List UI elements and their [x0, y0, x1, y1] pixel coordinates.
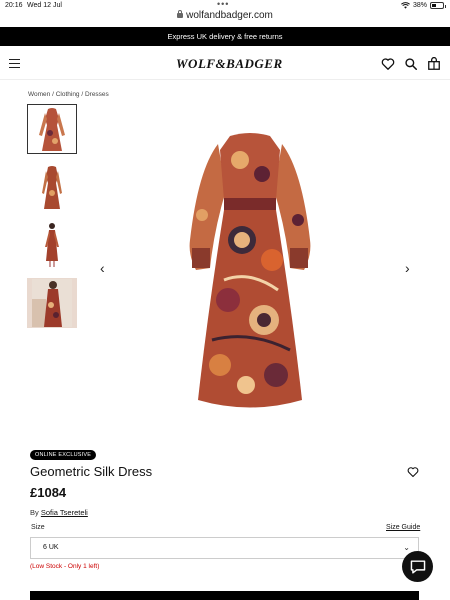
- thumbnail-3[interactable]: [27, 220, 77, 270]
- search-icon[interactable]: [404, 57, 418, 71]
- online-exclusive-badge: ONLINE EXCLUSIVE: [30, 450, 97, 460]
- thumbnail-2[interactable]: [27, 162, 77, 212]
- status-date: Wed 12 Jul: [27, 2, 62, 9]
- thumbnail-gallery: [27, 104, 79, 336]
- breadcrumb[interactable]: Women / Clothing / Dresses: [28, 91, 109, 98]
- add-to-wishlist-heart-icon[interactable]: [407, 465, 419, 478]
- site-logo[interactable]: WOLF&BADGER: [176, 56, 283, 72]
- size-guide-link[interactable]: Size Guide: [386, 524, 420, 531]
- chat-button[interactable]: [402, 551, 433, 582]
- main-product-image[interactable]: [180, 130, 320, 415]
- promo-text: Express UK delivery & free returns: [167, 32, 283, 41]
- low-stock-notice: (Low Stock - Only 1 left): [30, 563, 100, 570]
- status-time: 20:16: [5, 2, 23, 9]
- size-select-value: 6 UK: [43, 544, 59, 551]
- lifestyle-thumbnail-image: [32, 279, 72, 327]
- designer-line: By Sofia Tsereteli: [30, 508, 88, 517]
- url-text: wolfandbadger.com: [186, 10, 273, 21]
- size-select[interactable]: 6 UK ⌄: [30, 537, 419, 559]
- add-to-bag-button[interactable]: [30, 591, 419, 600]
- shopping-bag-icon[interactable]: [427, 56, 441, 71]
- next-image-arrow-icon[interactable]: ›: [405, 261, 415, 275]
- battery-percent: 38%: [412, 2, 427, 9]
- designer-link[interactable]: Sofia Tsereteli: [41, 508, 88, 517]
- dress-thumbnail-image: [39, 108, 65, 151]
- thumbnail-1[interactable]: [27, 104, 77, 154]
- wishlist-heart-icon[interactable]: [381, 57, 395, 71]
- status-right: 38%: [401, 2, 446, 9]
- by-label: By: [30, 508, 39, 517]
- model-thumbnail-image: [45, 223, 59, 267]
- thumbnail-4[interactable]: [27, 278, 77, 328]
- dress-illustration: [189, 133, 311, 408]
- address-bar[interactable]: wolfandbadger.com: [0, 10, 450, 25]
- lock-icon: [177, 10, 184, 18]
- size-label: Size: [31, 524, 45, 531]
- promo-banner[interactable]: Express UK delivery & free returns: [0, 27, 450, 46]
- battery-fill: [432, 4, 436, 7]
- battery-icon: [430, 2, 446, 9]
- chat-bubble-icon: [410, 559, 425, 574]
- hamburger-menu-icon[interactable]: [9, 59, 20, 68]
- dress-thumbnail-image: [42, 166, 62, 209]
- product-price: £1084: [30, 485, 67, 500]
- product-title: Geometric Silk Dress: [30, 464, 153, 479]
- site-header: WOLF&BADGER: [0, 48, 450, 80]
- wifi-icon: [401, 2, 410, 9]
- multitask-dots-icon[interactable]: •••: [217, 0, 229, 9]
- previous-image-arrow-icon[interactable]: ‹: [100, 261, 110, 275]
